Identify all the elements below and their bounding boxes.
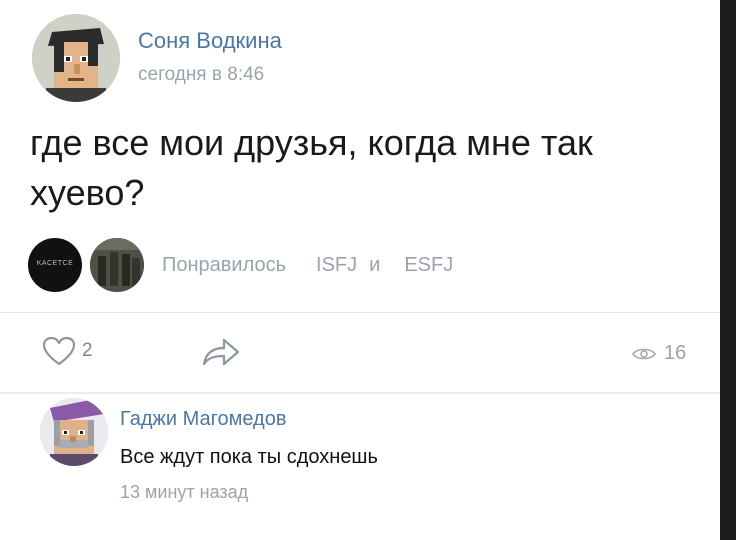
liked-by-label: Понравилось <box>162 254 287 276</box>
post-timestamp[interactable]: сегодня в 8:46 <box>138 64 264 86</box>
share-button[interactable] <box>200 336 240 373</box>
views-counter: 16 <box>632 342 686 365</box>
views-count: 16 <box>664 342 687 364</box>
like-button[interactable]: 2 <box>42 336 93 366</box>
liker-avatar-1-caption: KACETCE <box>36 260 74 267</box>
post-card: Соня Водкина сегодня в 8:46 где все мои … <box>0 0 720 540</box>
liked-by-second[interactable]: ESFJ <box>404 254 453 276</box>
liked-by-first[interactable]: ISFJ <box>316 254 357 276</box>
comment-author-avatar[interactable] <box>40 398 108 466</box>
like-count: 2 <box>82 340 93 361</box>
liked-by-line[interactable]: Понравилось ISFJ и ESFJ <box>162 254 453 277</box>
divider <box>0 392 720 394</box>
comment-author-name[interactable]: Гаджи Магомедов <box>120 408 286 431</box>
heart-icon <box>42 336 76 366</box>
share-arrow-icon <box>202 338 240 366</box>
screen-edge <box>720 0 736 540</box>
divider <box>0 312 720 313</box>
eye-icon <box>632 348 656 359</box>
liked-by-conj: и <box>369 254 381 276</box>
comment-text: Все ждут пока ты сдохнешь <box>120 446 378 468</box>
liker-avatar-2[interactable] <box>90 238 144 292</box>
liker-avatar-1[interactable]: KACETCE <box>28 238 82 292</box>
group-photo-icon <box>90 238 144 292</box>
author-avatar[interactable] <box>32 14 120 102</box>
post-text: где все мои друзья, когда мне так хуево? <box>30 122 593 213</box>
author-name[interactable]: Соня Водкина <box>138 28 282 54</box>
pixel-face-icon <box>32 14 120 102</box>
pixel-face-icon <box>40 398 108 466</box>
comment-timestamp[interactable]: 13 минут назад <box>120 482 248 503</box>
